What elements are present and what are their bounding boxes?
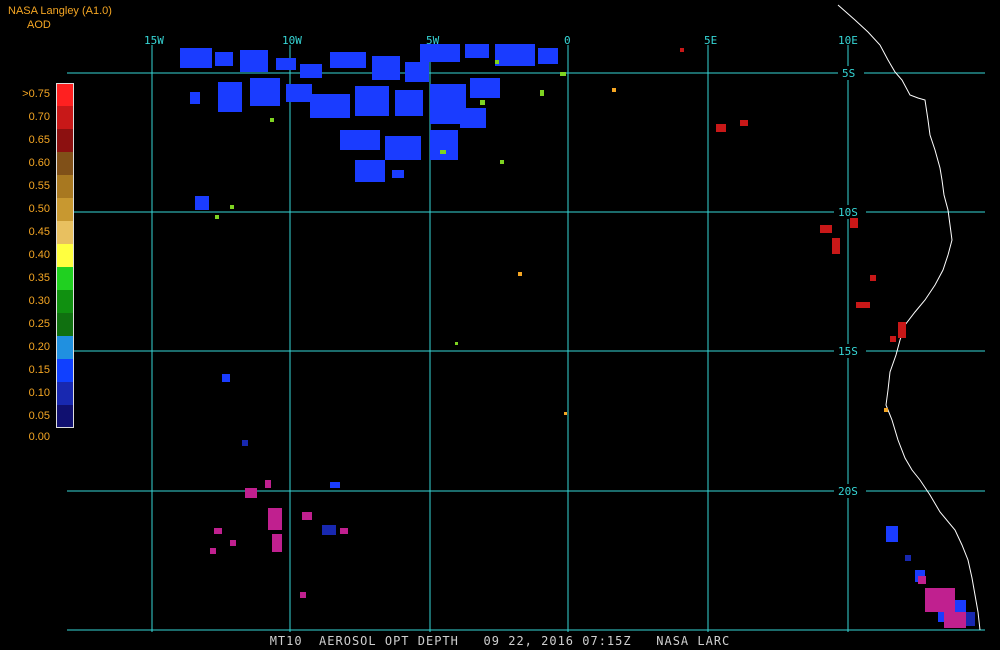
legend-label: 0.55: [28, 180, 50, 192]
legend-label: 0.50: [28, 203, 50, 215]
aod-pixels-red: [680, 48, 906, 342]
legend-swatch: [57, 129, 74, 152]
legend-swatch: [57, 244, 74, 267]
legend-row: 0.25: [0, 313, 75, 336]
legend-label: 0.35: [28, 272, 50, 284]
legend-swatch: [57, 106, 74, 129]
lon-label-10e: 10E: [838, 34, 858, 47]
legend-row: 0.30: [0, 290, 75, 313]
lon-label-5e: 5E: [704, 34, 717, 47]
lon-label-0: 0: [564, 34, 571, 47]
legend-row: 0.60: [0, 152, 75, 175]
aod-map: 15W 10W 5W 0 5E 10E 5S 10S 15S 20S: [67, 4, 985, 632]
legend-swatch: [57, 152, 74, 175]
header-title: NASA Langley (A1.0): [8, 5, 112, 17]
legend-row: 0.55: [0, 175, 75, 198]
lat-label-5s: 5S: [842, 67, 855, 80]
header-subtitle: AOD: [27, 19, 51, 31]
legend-row: 0.15: [0, 359, 75, 382]
legend-swatch: [57, 83, 74, 106]
legend-label: 0.30: [28, 295, 50, 307]
legend-swatch: [57, 382, 74, 405]
legend-label: >0.75: [22, 88, 50, 100]
lon-label-10w: 10W: [282, 34, 302, 47]
legend-row: >0.75: [0, 83, 75, 106]
legend-swatch: [57, 405, 74, 428]
legend-label: 0.65: [28, 134, 50, 146]
legend-label: 0.40: [28, 249, 50, 261]
legend-row: 0.20: [0, 336, 75, 359]
legend-label: 0.20: [28, 341, 50, 353]
legend-swatch: [57, 359, 74, 382]
lat-label-10s: 10S: [838, 206, 858, 219]
legend-row: 0.65: [0, 129, 75, 152]
footer-caption: MT10 AEROSOL OPT DEPTH 09 22, 2016 07:15…: [269, 634, 731, 648]
lat-label-20s: 20S: [838, 485, 858, 498]
legend-label: 0.25: [28, 318, 50, 330]
legend-swatch: [57, 336, 74, 359]
legend-label: 0.15: [28, 364, 50, 376]
legend-row: 0.50: [0, 198, 75, 221]
legend-swatch: [57, 198, 74, 221]
lat-label-15s: 15S: [838, 345, 858, 358]
legend-swatch: [57, 175, 74, 198]
legend-label: 0.60: [28, 157, 50, 169]
legend-swatch: [57, 290, 74, 313]
lon-label-15w: 15W: [144, 34, 164, 47]
legend-row: 0.10: [0, 382, 75, 405]
legend-swatch: [57, 221, 74, 244]
legend-row: 0.70: [0, 106, 75, 129]
legend-row: 0.45: [0, 221, 75, 244]
legend-swatch: [57, 313, 74, 336]
aod-color-legend: >0.75 0.70 0.65 0.60 0.55 0.50 0.45 0.40…: [0, 78, 75, 443]
legend-row: 0.35: [0, 267, 75, 290]
legend-label: 0.45: [28, 226, 50, 238]
latitude-labels: 5S 10S 15S 20S: [834, 66, 866, 498]
aod-pixels-magenta: [210, 480, 966, 628]
legend-label: 0.70: [28, 111, 50, 123]
legend-swatch: [57, 267, 74, 290]
legend-row: 0.40: [0, 244, 75, 267]
legend-label: 0.10: [28, 387, 50, 399]
legend-label: 0.00: [28, 431, 50, 443]
coastline: [837, 4, 981, 631]
graticule: [67, 45, 985, 632]
legend-label: 0.05: [28, 410, 50, 422]
aod-pixels-dark-blue: [242, 440, 975, 626]
legend-row: 0.05: [0, 405, 75, 428]
